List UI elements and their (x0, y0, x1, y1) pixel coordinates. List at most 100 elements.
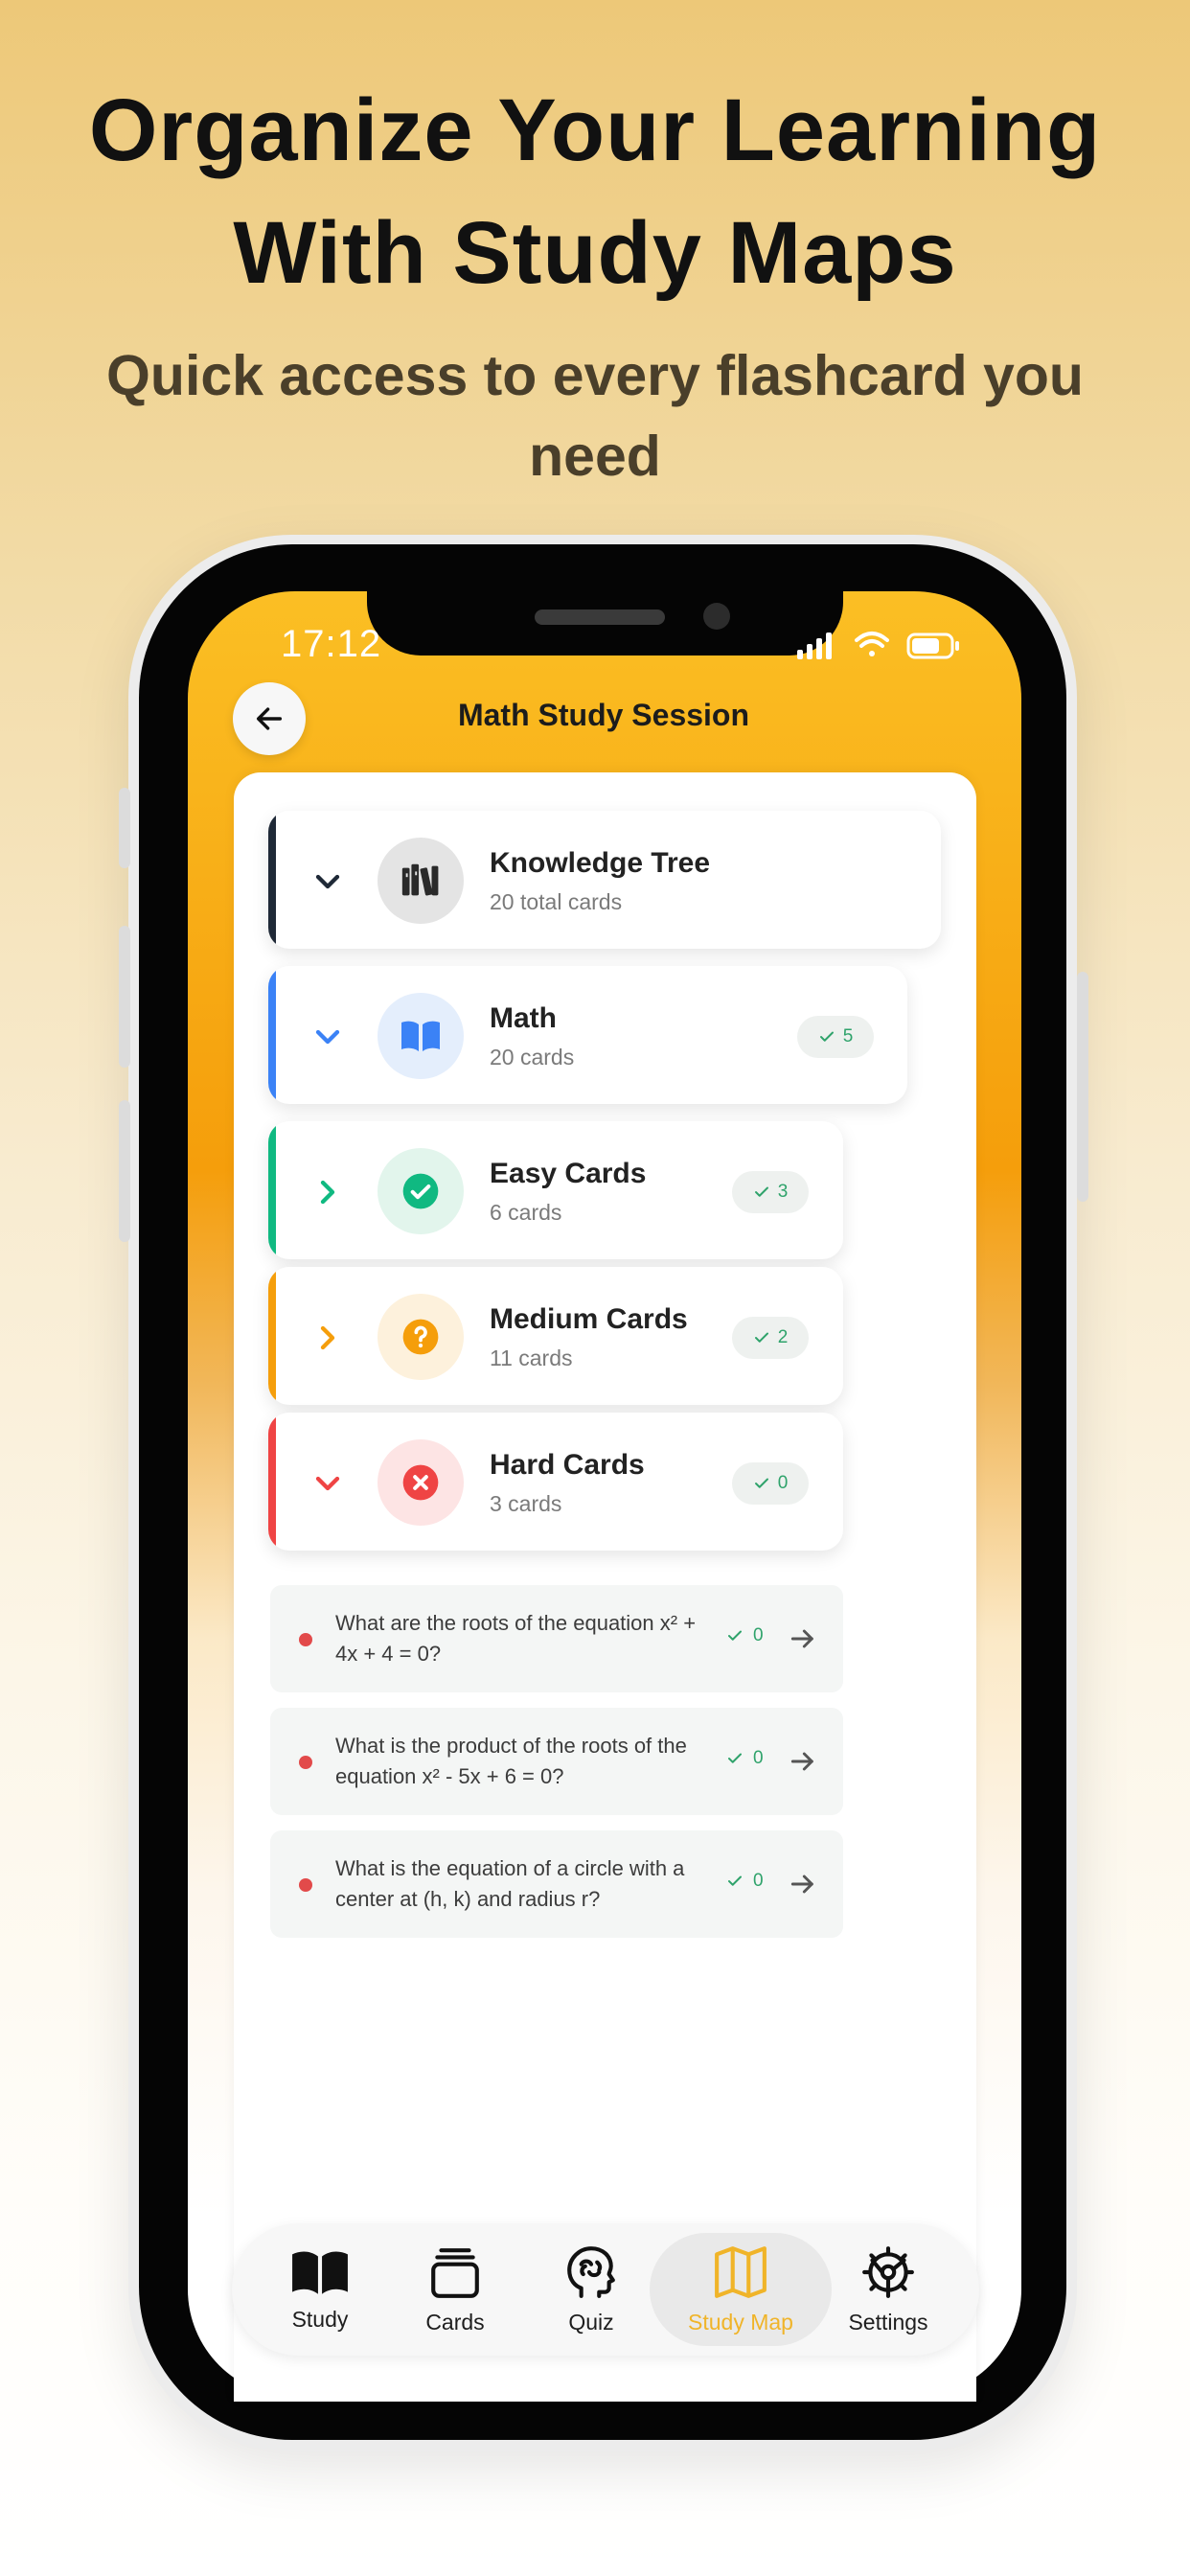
check-icon (754, 1332, 768, 1343)
node-subtitle: 6 cards (490, 1200, 562, 1225)
question-mastery-count: 0 (726, 1871, 764, 1892)
open-book-icon (401, 1021, 440, 1051)
page-title: Math Study Session (457, 698, 750, 732)
question-circle-icon (402, 1319, 439, 1355)
difficulty-dot (299, 1633, 312, 1646)
check-icon (728, 1630, 742, 1641)
node-subtitle: 20 cards (490, 1045, 575, 1070)
difficulty-dot (299, 1878, 312, 1892)
arrow-left-icon (256, 707, 283, 730)
phone-volume-down (119, 1100, 130, 1242)
check-icon (754, 1186, 768, 1197)
check-icon (728, 1753, 742, 1763)
node-title: Hard Cards (490, 1449, 645, 1481)
signal-icon (797, 632, 832, 659)
subheadline: Quick access to every flashcard you need (106, 344, 1084, 488)
check-icon (819, 1031, 834, 1042)
wifi-icon (855, 632, 889, 656)
accent-bar (268, 1267, 276, 1405)
question-item[interactable]: What is the equation of a circle with a … (270, 1830, 843, 1938)
map-icon (715, 2245, 767, 2298)
question-item[interactable]: What are the roots of the equation x² + … (270, 1585, 843, 1692)
tab-bar: Study Cards Quiz Study Map Settings (232, 2223, 979, 2356)
accent-bar (268, 811, 276, 949)
node-subtitle: 3 cards (490, 1491, 562, 1516)
chevron-down-icon[interactable] (309, 862, 347, 901)
accent-bar (268, 966, 276, 1104)
check-icon (728, 1875, 742, 1886)
tab-label: Settings (848, 2309, 928, 2334)
count-value: 0 (753, 1871, 764, 1891)
tab-label: Study Map (688, 2309, 793, 2334)
question-mastery-count: 0 (726, 1625, 764, 1646)
badge-count: 3 (777, 1182, 789, 1202)
node-title: Math (490, 1002, 557, 1034)
badge-count: 5 (842, 1026, 854, 1046)
badge-count: 2 (777, 1327, 789, 1347)
status-time: 17:12 (281, 623, 382, 665)
speaker (535, 610, 665, 625)
tab-study-map[interactable]: Study Map (669, 2223, 812, 2356)
x-circle-icon-circle (378, 1439, 464, 1526)
status-icons (797, 632, 959, 659)
question-text: What is the equation of a circle with a … (335, 1856, 685, 1911)
cards-icon (431, 2247, 479, 2298)
gear-icon (862, 2245, 914, 2298)
node-subtitle: 11 cards (490, 1346, 573, 1370)
battery-icon (906, 632, 959, 659)
arrow-right-icon[interactable] (788, 1746, 818, 1777)
phone-volume-up (119, 926, 130, 1068)
open-book-icon-circle (378, 993, 464, 1079)
tab-cards[interactable]: Cards (383, 2223, 527, 2356)
check-circle-icon (402, 1173, 439, 1209)
arrow-right-icon[interactable] (788, 1869, 818, 1899)
question-mastery-count: 0 (726, 1748, 764, 1769)
back-button[interactable] (233, 682, 306, 755)
camera (703, 603, 730, 630)
tree-node-knowledge-tree[interactable]: Knowledge Tree 20 total cards (268, 811, 941, 949)
chevron-right-icon[interactable] (309, 1173, 347, 1211)
tree-node-hard-cards[interactable]: Hard Cards 3 cards 0 (268, 1413, 843, 1551)
node-title: Knowledge Tree (490, 847, 711, 879)
question-text: What is the product of the roots of the … (335, 1734, 687, 1788)
tab-quiz[interactable]: Quiz (519, 2223, 663, 2356)
badge-count: 0 (777, 1473, 789, 1493)
books-icon-circle (378, 838, 464, 924)
mastered-badge: 2 (732, 1317, 809, 1359)
chevron-down-icon[interactable] (309, 1018, 347, 1056)
phone-side-button (119, 788, 130, 868)
tab-label: Study (291, 2306, 349, 2332)
books-icon (401, 863, 439, 896)
arrow-right-icon[interactable] (788, 1623, 818, 1654)
tree-node-easy-cards[interactable]: Easy Cards 6 cards 3 (268, 1121, 843, 1259)
node-title: Easy Cards (490, 1158, 647, 1189)
tree-node-math[interactable]: Math 20 cards 5 (268, 966, 907, 1104)
phone-power-button (1077, 972, 1088, 1202)
node-title: Medium Cards (490, 1303, 688, 1335)
question-text: What are the roots of the equation x² + … (335, 1611, 697, 1666)
accent-bar (268, 1121, 276, 1259)
tab-label: Quiz (568, 2309, 614, 2334)
tab-settings[interactable]: Settings (816, 2223, 960, 2356)
check-circle-icon-circle (378, 1148, 464, 1234)
difficulty-dot (299, 1756, 312, 1769)
accent-bar (268, 1413, 276, 1551)
mastered-badge: 3 (732, 1171, 809, 1213)
tab-label: Cards (425, 2309, 485, 2334)
check-icon (754, 1478, 768, 1488)
tree-node-medium-cards[interactable]: Medium Cards 11 cards 2 (268, 1267, 843, 1405)
headline: Organize Your Learning With Study Maps (88, 81, 1102, 302)
mastered-badge: 0 (732, 1462, 809, 1505)
question-item[interactable]: What is the product of the roots of the … (270, 1708, 843, 1815)
brain-icon (567, 2245, 615, 2298)
chevron-down-icon[interactable] (309, 1464, 347, 1503)
node-subtitle: 20 total cards (490, 889, 623, 914)
tab-study[interactable]: Study (248, 2223, 392, 2356)
count-value: 0 (753, 1625, 764, 1645)
mastered-badge: 5 (797, 1016, 874, 1058)
x-circle-icon (402, 1464, 439, 1501)
count-value: 0 (753, 1748, 764, 1768)
chevron-right-icon[interactable] (309, 1319, 347, 1357)
book-icon (292, 2251, 348, 2294)
question-circle-icon-circle (378, 1294, 464, 1380)
